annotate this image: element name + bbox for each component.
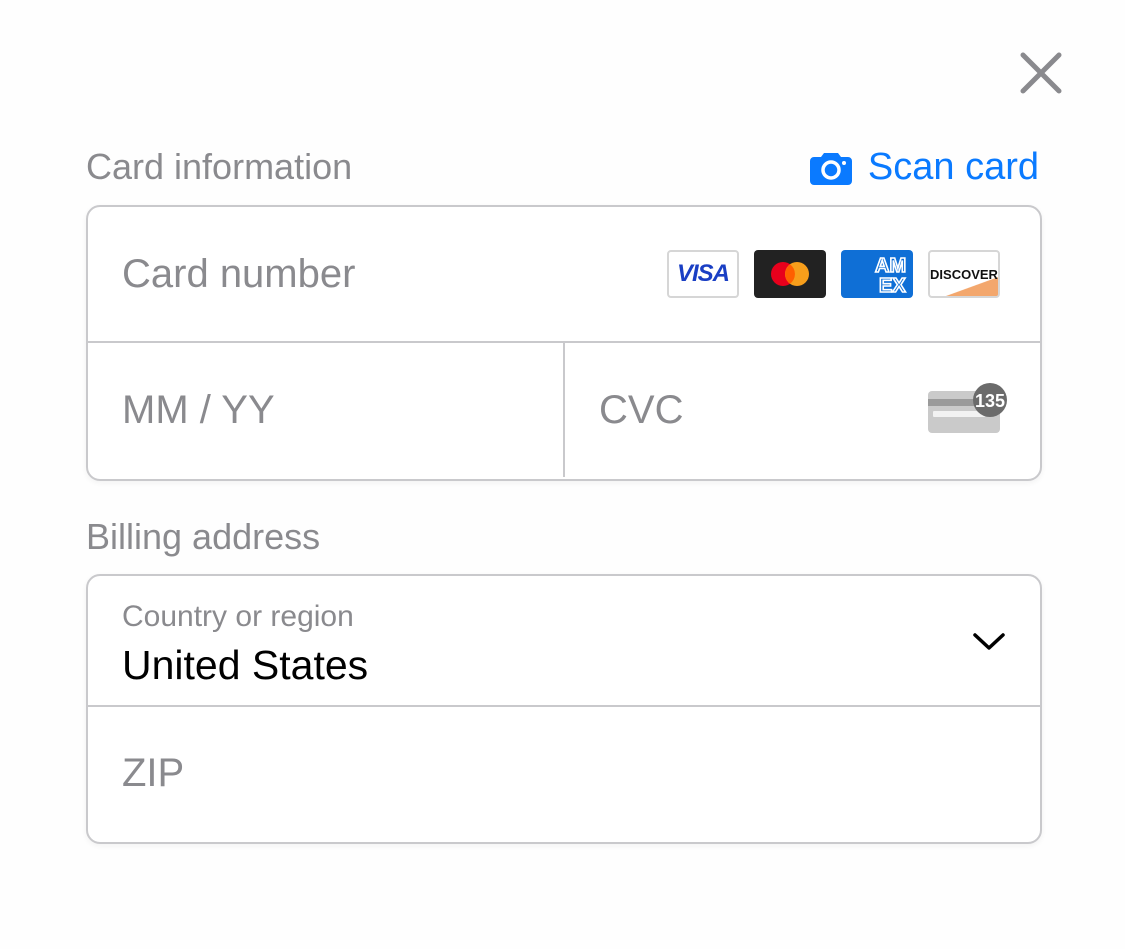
- svg-text:EX: EX: [879, 275, 906, 296]
- country-select[interactable]: Country or region United States: [88, 576, 1040, 707]
- discover-logo-icon: DISCOVER: [928, 250, 1000, 298]
- billing-fields-group: Country or region United States ZIP: [86, 574, 1042, 844]
- discover-text: DISCOVER: [930, 266, 998, 282]
- mastercard-logo-icon: [754, 250, 826, 298]
- visa-text: VISA: [676, 260, 730, 287]
- cvc-field[interactable]: CVC 135: [565, 343, 1040, 477]
- card-fields-group: Card number VISA AM EX DISCOVER MM / YY C…: [86, 205, 1042, 481]
- scan-card-button[interactable]: Scan card: [809, 146, 1039, 189]
- close-icon: [1020, 52, 1062, 94]
- country-value: United States: [122, 642, 369, 688]
- zip-placeholder: ZIP: [122, 751, 185, 795]
- country-label: Country or region: [122, 600, 354, 633]
- expiry-placeholder: MM / YY: [122, 388, 275, 432]
- close-button[interactable]: [1018, 50, 1064, 96]
- card-number-field[interactable]: Card number VISA AM EX DISCOVER: [88, 207, 1040, 343]
- amex-logo-icon: AM EX: [841, 250, 913, 298]
- zip-field[interactable]: ZIP: [88, 707, 1040, 840]
- card-number-placeholder: Card number: [122, 252, 356, 296]
- scan-card-label: Scan card: [867, 146, 1039, 188]
- camera-icon: [809, 152, 852, 185]
- expiry-field[interactable]: MM / YY: [88, 343, 565, 477]
- card-information-label: Card information: [86, 146, 353, 187]
- visa-logo-icon: VISA: [667, 250, 739, 298]
- cvc-card-icon: 135: [928, 383, 1007, 433]
- chevron-down-icon: [973, 633, 1005, 650]
- billing-address-label: Billing address: [86, 516, 321, 557]
- svg-text:AM: AM: [875, 255, 906, 277]
- cvc-placeholder: CVC: [599, 388, 684, 432]
- cvc-icon-digits: 135: [975, 391, 1005, 411]
